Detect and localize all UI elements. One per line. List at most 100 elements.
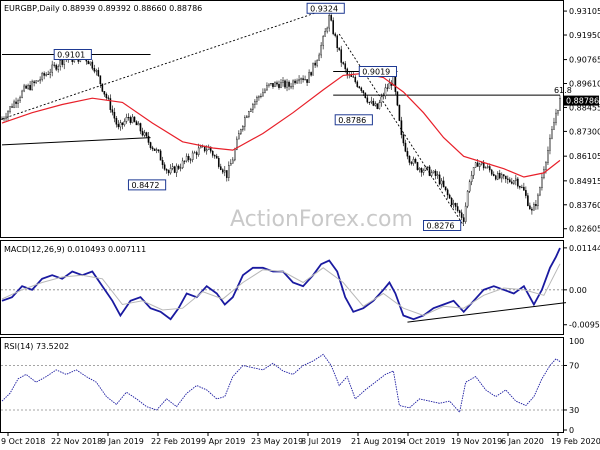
candle-body — [191, 152, 194, 161]
candle-body — [332, 20, 334, 35]
macd-panel — [0, 240, 564, 335]
candle-body — [292, 80, 294, 87]
candle — [474, 161, 477, 168]
candle — [21, 89, 23, 99]
candle-body — [276, 82, 278, 85]
price-annotation: 0.8276 — [423, 220, 462, 232]
candle-body — [5, 116, 7, 119]
candle-body — [296, 80, 298, 84]
xtick-label: 9 Oct 2018 — [1, 437, 45, 446]
candle-body — [145, 132, 148, 137]
candle-body — [549, 137, 551, 151]
candle-body — [159, 150, 162, 161]
candle — [398, 104, 401, 122]
candle-body — [374, 103, 377, 106]
xtick-label: 8 Jul 2019 — [301, 437, 341, 446]
candle-body — [199, 146, 202, 149]
candle — [376, 103, 379, 110]
candle-body — [308, 72, 310, 83]
candle-body — [17, 100, 19, 104]
candle-body — [352, 76, 355, 78]
macd-ytick-label: 0.011446 — [569, 244, 600, 253]
candle-body — [47, 73, 49, 75]
candle-body — [452, 203, 455, 206]
candle-body — [217, 158, 220, 167]
candle-body — [45, 73, 47, 76]
candle-body — [527, 195, 529, 206]
candle — [466, 190, 469, 209]
candle-body — [360, 87, 363, 91]
candle-body — [39, 79, 41, 82]
candle-body — [338, 47, 341, 50]
candle-body — [378, 102, 381, 109]
candle-body — [464, 205, 467, 222]
xtick-label: 9 Jan 2019 — [101, 437, 144, 446]
candle-body — [553, 122, 555, 130]
price-ytick-label: 0.87300 — [569, 127, 600, 136]
candle-body — [466, 190, 469, 207]
candle-body — [91, 61, 94, 69]
candle-body — [258, 96, 260, 98]
price-annotation: 0.8472 — [127, 179, 167, 191]
candle-body — [354, 76, 357, 83]
macd-ytick-label: -0.009518 — [569, 321, 600, 330]
candle-body — [494, 175, 497, 180]
candle-body — [99, 75, 102, 85]
candle-body — [3, 118, 5, 120]
candle-body — [450, 197, 453, 206]
candle-body — [388, 82, 391, 89]
candle-body — [436, 174, 439, 176]
candle-body — [322, 36, 324, 46]
candle-body — [468, 181, 471, 192]
candle-body — [432, 170, 435, 173]
candle-body — [173, 166, 176, 173]
candle-body — [49, 72, 51, 75]
candle-body — [358, 86, 361, 89]
annotation-label: 0.8276 — [427, 222, 455, 231]
candle-body — [167, 170, 170, 174]
candle-body — [366, 97, 369, 103]
candle — [364, 92, 367, 99]
candle-body — [346, 68, 349, 76]
rsi-ytick-label: 70 — [569, 361, 579, 370]
candle-body — [105, 93, 108, 98]
candle-body — [368, 101, 371, 103]
xtick-label: 19 Feb 2020 — [551, 437, 600, 446]
candle-body — [442, 180, 445, 187]
candle-body — [525, 190, 527, 196]
candle-body — [402, 134, 405, 144]
candle-body — [515, 178, 517, 182]
candle-body — [9, 106, 11, 112]
candle-body — [221, 169, 224, 173]
candle-body — [111, 109, 114, 113]
candle-body — [408, 156, 411, 163]
candle-body — [115, 118, 118, 125]
candle-body — [456, 206, 459, 211]
candle-body — [430, 172, 433, 176]
candle-body — [55, 64, 57, 70]
candle-body — [480, 162, 483, 165]
candle-body — [557, 109, 559, 114]
candle-body — [161, 160, 164, 165]
candle-body — [535, 204, 537, 207]
candle-body — [101, 83, 104, 92]
candle-body — [7, 111, 9, 118]
candle-body — [193, 152, 196, 154]
candle-body — [458, 210, 461, 213]
candle-body — [342, 62, 345, 64]
candle-body — [272, 83, 274, 87]
candle-body — [434, 170, 437, 176]
annotation-label: 0.9019 — [362, 67, 390, 76]
xtick-label: 19 Nov 2019 — [451, 437, 502, 446]
candle-body — [244, 117, 246, 127]
price-ytick-label: 0.91950 — [569, 31, 600, 40]
candle-body — [215, 155, 218, 159]
candle-body — [11, 106, 13, 108]
candle-body — [336, 35, 339, 49]
candle-body — [250, 109, 252, 112]
candle-body — [482, 162, 485, 169]
xtick-label: 23 May 2019 — [251, 437, 303, 446]
candle-body — [492, 174, 495, 176]
candle-body — [300, 78, 302, 80]
candle-body — [177, 165, 180, 169]
